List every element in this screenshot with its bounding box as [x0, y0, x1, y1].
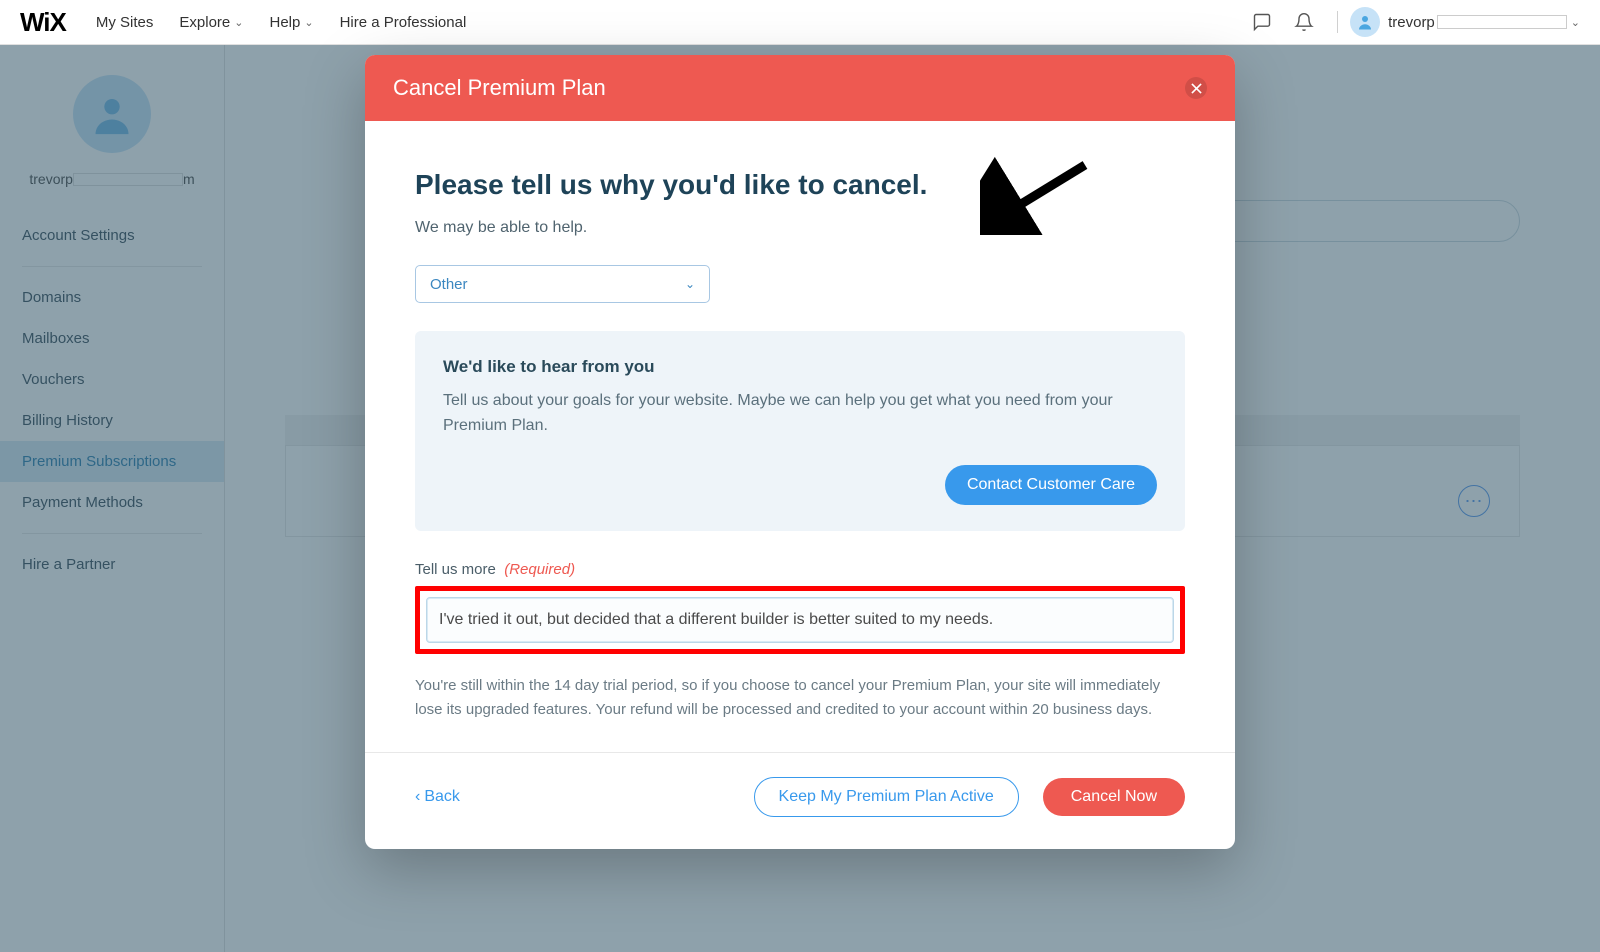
wix-logo[interactable]: WiX — [20, 7, 66, 38]
cancel-now-button[interactable]: Cancel Now — [1043, 778, 1185, 816]
tell-more-input[interactable] — [426, 597, 1174, 643]
nav-explore[interactable]: Explore ⌄ — [179, 14, 243, 31]
bell-icon[interactable] — [1283, 1, 1325, 43]
nav-separator — [1337, 11, 1338, 33]
back-button[interactable]: ‹ Back — [415, 788, 460, 806]
back-label: Back — [424, 788, 460, 806]
tell-more-label: Tell us more (Required) — [415, 561, 1185, 578]
chevron-down-icon: ⌄ — [304, 16, 313, 29]
modal-overlay: Cancel Premium Plan Please tell us why y… — [0, 45, 1600, 952]
user-menu[interactable]: trevorp ⌄ — [1350, 7, 1580, 37]
chevron-down-icon: ⌄ — [234, 16, 243, 29]
reason-selected-label: Other — [430, 276, 468, 293]
nav-explore-label: Explore — [179, 14, 230, 31]
close-icon[interactable] — [1185, 77, 1207, 99]
tell-more-label-text: Tell us more — [415, 561, 496, 578]
chevron-down-icon: ⌄ — [685, 277, 695, 291]
reason-select[interactable]: Other ⌄ — [415, 265, 710, 303]
trial-notice: You're still within the 14 day trial per… — [415, 674, 1185, 722]
cancel-plan-modal: Cancel Premium Plan Please tell us why y… — [365, 55, 1235, 849]
modal-heading: Please tell us why you'd like to cancel. — [415, 169, 1185, 201]
user-name-redacted — [1437, 15, 1567, 29]
contact-care-button[interactable]: Contact Customer Care — [945, 465, 1157, 505]
nav-help[interactable]: Help ⌄ — [269, 14, 313, 31]
modal-subtext: We may be able to help. — [415, 219, 1185, 237]
help-panel-text: Tell us about your goals for your websit… — [443, 389, 1157, 439]
chevron-down-icon: ⌄ — [1571, 16, 1580, 29]
keep-plan-button[interactable]: Keep My Premium Plan Active — [754, 777, 1019, 817]
modal-header: Cancel Premium Plan — [365, 55, 1235, 121]
tell-more-highlight — [415, 586, 1185, 654]
nav-help-label: Help — [269, 14, 300, 31]
chevron-left-icon: ‹ — [415, 788, 420, 806]
nav-my-sites[interactable]: My Sites — [96, 14, 154, 31]
user-name-prefix: trevorp — [1388, 14, 1435, 31]
help-panel-title: We'd like to hear from you — [443, 357, 1157, 377]
modal-title: Cancel Premium Plan — [393, 75, 606, 101]
top-nav: WiX My Sites Explore ⌄ Help ⌄ Hire a Pro… — [0, 0, 1600, 45]
required-label: (Required) — [504, 561, 575, 578]
chat-icon[interactable] — [1241, 1, 1283, 43]
modal-body: Please tell us why you'd like to cancel.… — [365, 121, 1235, 752]
modal-footer: ‹ Back Keep My Premium Plan Active Cance… — [365, 752, 1235, 849]
nav-hire-pro[interactable]: Hire a Professional — [340, 14, 467, 31]
user-avatar-icon — [1350, 7, 1380, 37]
help-panel: We'd like to hear from you Tell us about… — [415, 331, 1185, 531]
